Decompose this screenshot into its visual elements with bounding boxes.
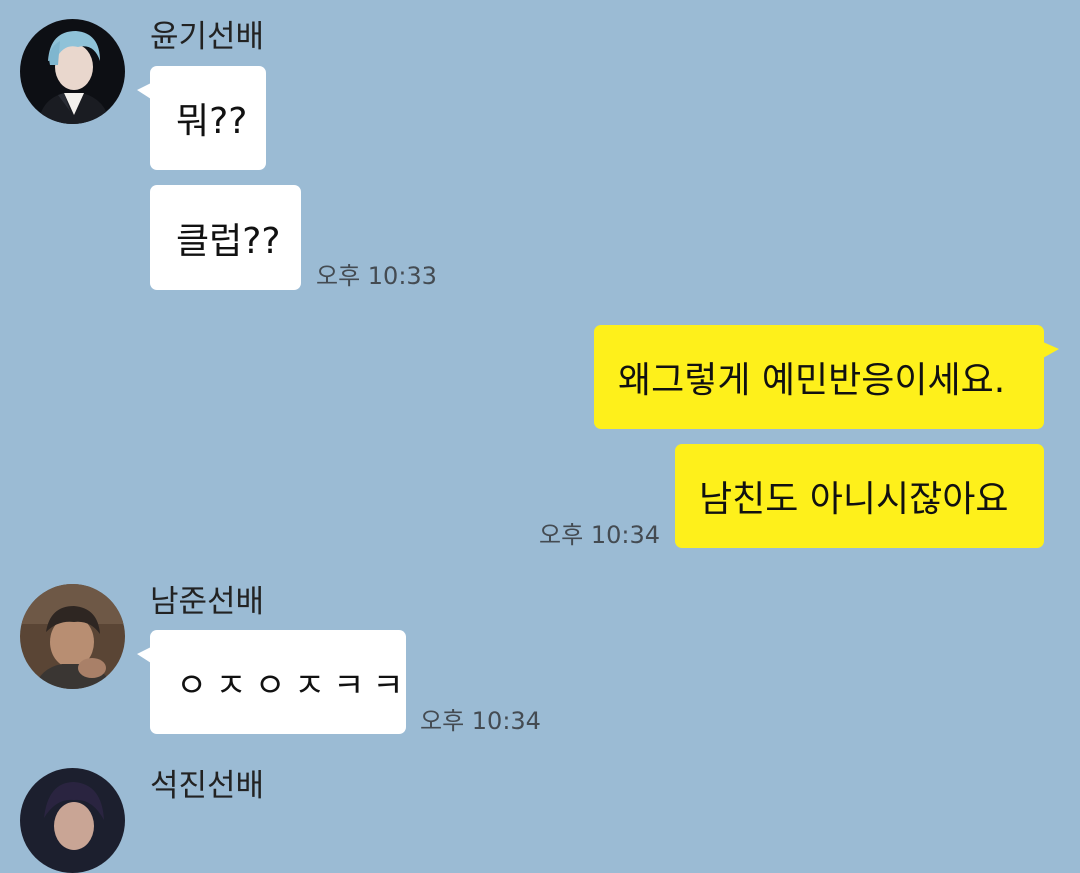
profile-photo-icon xyxy=(20,19,125,124)
message-timestamp: 오후 10:33 xyxy=(316,262,437,290)
message-text: 왜그렇게 예민반응이세요. xyxy=(618,360,1006,401)
message-text: ㅇㅈㅇㅈㅋㅋ xyxy=(176,665,412,706)
avatar-seokjin[interactable] xyxy=(20,768,125,873)
sender-name: 남준선배 xyxy=(150,584,265,620)
message-bubble[interactable]: 남친도 아니시잖아요 xyxy=(675,444,1044,548)
message-bubble[interactable]: ㅇㅈㅇㅈㅋㅋ xyxy=(137,630,406,734)
message-text: 남친도 아니시잖아요 xyxy=(699,479,1009,520)
avatar-namjoon[interactable] xyxy=(20,584,125,689)
message-bubble[interactable]: 클럽?? xyxy=(150,185,301,290)
message-timestamp: 오후 10:34 xyxy=(539,521,660,549)
profile-photo-icon xyxy=(20,768,125,873)
profile-photo-icon xyxy=(20,584,125,689)
sender-name: 윤기선배 xyxy=(150,19,265,55)
message-text: 뭐?? xyxy=(176,101,248,142)
message-bubble[interactable]: 왜그렇게 예민반응이세요. xyxy=(594,325,1059,429)
chat-room: 윤기선배 뭐?? 클럽?? 오후 10:33 왜그렇게 예민반응이세요. 남친도… xyxy=(0,0,1080,873)
message-bubble[interactable]: 뭐?? xyxy=(137,66,266,170)
message-timestamp: 오후 10:34 xyxy=(420,707,541,735)
sender-name: 석진선배 xyxy=(150,768,265,804)
message-text: 클럽?? xyxy=(176,220,281,262)
avatar-yoongi[interactable] xyxy=(20,19,125,124)
